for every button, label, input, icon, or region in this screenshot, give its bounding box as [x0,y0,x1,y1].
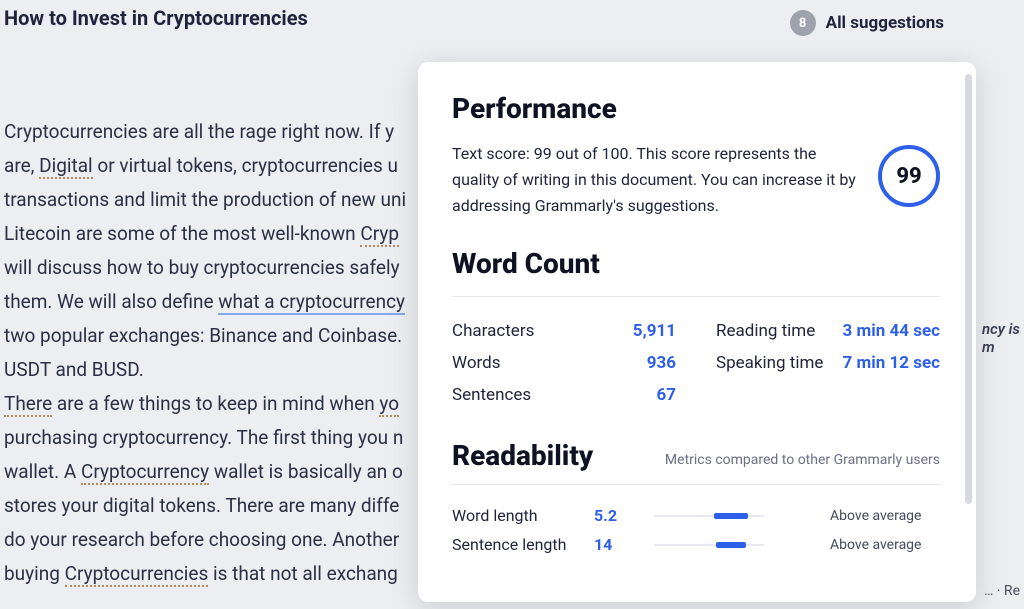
characters-value: 5,911 [633,321,676,341]
word-length-tag: Above average [830,508,940,524]
sentences-value: 67 [656,385,676,405]
performance-heading: Performance [452,92,940,125]
divider [452,296,940,297]
suggestion-count-badge: 8 [790,10,816,36]
reading-time-label: Reading time [716,321,815,341]
characters-label: Characters [452,321,534,341]
word-length-value: 5.2 [594,506,642,525]
readability-heading: Readability [452,439,593,472]
readability-subtitle: Metrics compared to other Grammarly user… [665,452,940,472]
score-ring: 99 [878,145,940,207]
divider [452,484,940,485]
words-label: Words [452,353,501,373]
speaking-time-label: Speaking time [716,353,823,373]
sentence-length-tag: Above average [830,537,940,553]
doc-title: How to Invest in Cryptocurrencies [4,6,308,30]
word-length-bar [642,515,830,517]
scrollbar[interactable] [965,74,972,504]
word-length-label: Word length [452,506,594,525]
background-sliver-bottom: … · Re [984,583,1020,599]
sentence-length-value: 14 [594,535,642,554]
wordcount-heading: Word Count [452,247,940,280]
speaking-time-value: 7 min 12 sec [843,353,940,373]
words-value: 936 [647,353,676,373]
sentence-length-label: Sentence length [452,535,594,554]
background-sliver-right: ncy is m [982,320,1024,356]
reading-time-value: 3 min 44 sec [843,321,940,341]
sentence-length-bar [642,544,830,546]
word-length-row: Word length 5.2 Above average [452,501,940,530]
sentences-label: Sentences [452,385,531,405]
wordcount-table: Characters 5,911 Words 936 Sentences 67 … [452,315,940,411]
performance-description: Text score: 99 out of 100. This score re… [452,141,856,219]
sentence-length-row: Sentence length 14 Above average [452,530,940,559]
performance-panel: Performance Text score: 99 out of 100. T… [418,62,976,602]
all-suggestions-label: All suggestions [826,13,944,33]
all-suggestions-button[interactable]: 8 All suggestions [790,10,944,36]
